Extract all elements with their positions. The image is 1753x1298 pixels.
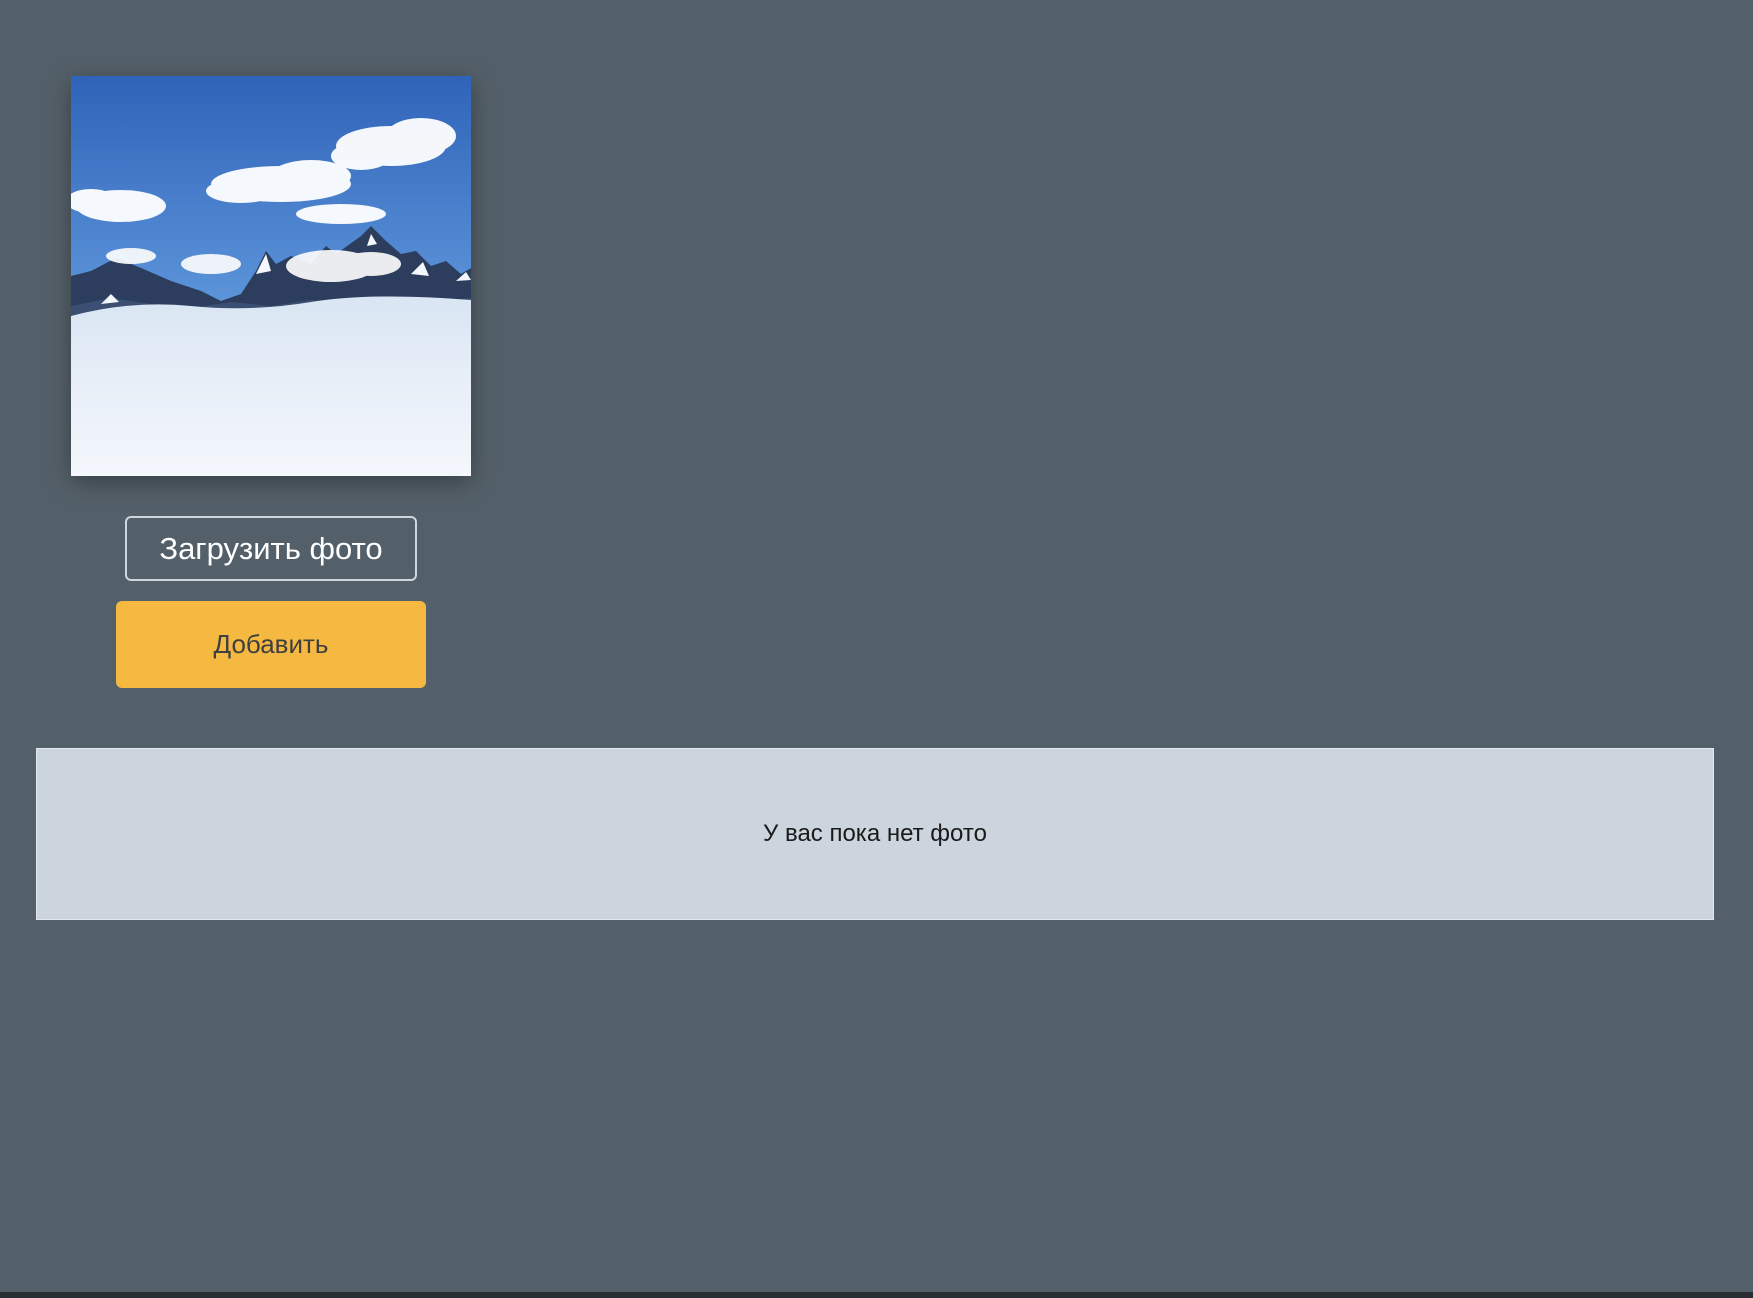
upload-photo-label: Загрузить фото: [159, 530, 383, 566]
add-button-label: Добавить: [213, 629, 329, 659]
photo-preview[interactable]: [71, 76, 471, 476]
upload-photo-button[interactable]: Загрузить фото: [125, 516, 417, 581]
page: Загрузить фото Добавить У вас пока нет ф…: [0, 0, 1753, 1298]
add-button[interactable]: Добавить: [116, 601, 426, 688]
mountain-photo-image: [71, 76, 471, 476]
bottom-edge-bar: [0, 1292, 1753, 1298]
photo-gallery-panel: У вас пока нет фото: [36, 748, 1714, 920]
empty-gallery-message: У вас пока нет фото: [763, 820, 987, 847]
